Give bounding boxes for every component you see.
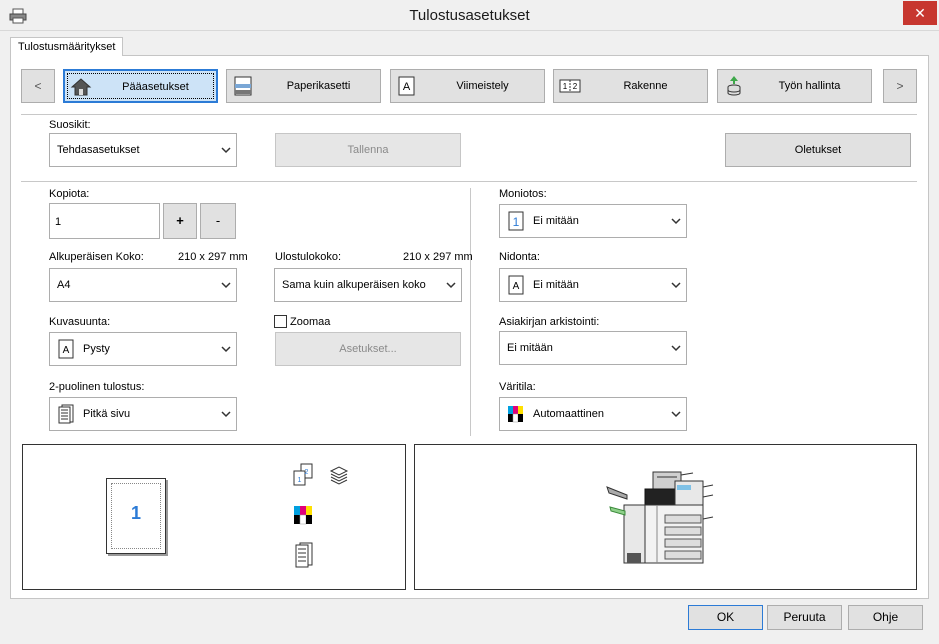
color-mode-select[interactable]: Automaattinen	[499, 397, 687, 431]
color-mode-label: Väritila:	[499, 381, 536, 393]
nup-label: Moniotos:	[499, 188, 547, 200]
n-up-icon: 1	[508, 211, 524, 231]
nav-tab-job-handling[interactable]: Työn hallinta	[717, 69, 872, 103]
close-button[interactable]: ✕	[903, 1, 937, 25]
nav-next-button[interactable]: >	[883, 69, 917, 103]
nav-tab-paper-tray[interactable]: Paperikasetti	[226, 69, 381, 103]
copies-input[interactable]: 1	[49, 203, 160, 239]
nav-tab-main[interactable]: Pääasetukset	[63, 69, 218, 103]
category-nav: < Pääasetukset Paperikasetti A Viimeiste…	[21, 69, 917, 103]
divider	[21, 114, 917, 115]
help-button[interactable]: Ohje	[848, 605, 923, 630]
nav-prev-button[interactable]: <	[21, 69, 55, 103]
divider	[21, 181, 917, 182]
svg-text:1: 1	[563, 82, 568, 91]
paper-tray-icon	[234, 76, 252, 96]
job-handling-icon	[727, 76, 741, 96]
original-size-dims: 210 x 297 mm	[178, 251, 248, 263]
page-thumbnail: 1	[106, 478, 166, 554]
document-preview: 1 1 2	[22, 444, 406, 590]
svg-text:1: 1	[513, 215, 520, 229]
defaults-button[interactable]: Oletukset	[725, 133, 911, 167]
window-title: Tulostusasetukset	[409, 7, 530, 24]
copies-value: 1	[55, 216, 62, 228]
output-size-select[interactable]: Sama kuin alkuperäisen koko	[274, 268, 462, 302]
chevron-down-icon	[671, 411, 681, 418]
svg-text:2: 2	[305, 469, 309, 476]
column-divider	[470, 188, 471, 436]
nav-tab-label: Viimeistely	[456, 80, 509, 92]
chevron-down-icon	[671, 218, 681, 225]
chevron-down-icon	[446, 282, 456, 289]
favorites-label: Suosikit:	[49, 119, 91, 131]
duplex-value: Pitkä sivu	[83, 408, 131, 420]
copies-decrement-button[interactable]: -	[200, 203, 236, 239]
zoom-settings-button[interactable]: Asetukset...	[275, 332, 461, 366]
nav-tab-label: Pääasetukset	[122, 81, 189, 93]
zoom-checkbox[interactable]	[274, 315, 287, 328]
archive-label: Asiakirjan arkistointi:	[499, 316, 600, 328]
favorites-value: Tehdasasetukset	[57, 144, 140, 156]
svg-text:A: A	[63, 345, 70, 356]
output-size-value: Sama kuin alkuperäisen koko	[282, 279, 426, 291]
nav-tab-finishing[interactable]: A Viimeistely	[390, 69, 545, 103]
title-bar: Tulostusasetukset ✕	[0, 0, 939, 31]
chevron-down-icon	[221, 282, 231, 289]
nav-tab-label: Työn hallinta	[778, 80, 841, 92]
duplex-label: 2-puolinen tulostus:	[49, 381, 145, 393]
zoom-label: Zoomaa	[290, 316, 331, 328]
color-mode-value: Automaattinen	[533, 408, 604, 420]
duplex-select[interactable]: Pitkä sivu	[49, 397, 237, 431]
page-number: 1	[130, 503, 141, 523]
chevron-down-icon	[221, 147, 231, 154]
finishing-icon: A	[398, 76, 415, 96]
stapling-select[interactable]: A Ei mitään	[499, 268, 687, 302]
home-icon	[70, 78, 92, 96]
stapling-value: Ei mitään	[533, 279, 579, 291]
svg-text:A: A	[513, 281, 520, 292]
output-size-label: Ulostulokoko:	[275, 251, 342, 263]
orientation-label: Kuvasuunta:	[49, 316, 111, 328]
original-size-select[interactable]: A4	[49, 268, 237, 302]
nav-tab-layout[interactable]: 1 2 Rakenne	[553, 69, 708, 103]
chevron-down-icon	[221, 346, 231, 353]
nup-value: Ei mitään	[533, 215, 579, 227]
layout-icon: 1 2	[559, 79, 581, 93]
staple-icon: A	[508, 275, 524, 295]
copies-increment-button[interactable]: +	[163, 203, 197, 239]
chevron-down-icon	[671, 282, 681, 289]
chevron-down-icon	[671, 345, 681, 352]
save-button[interactable]: Tallenna	[275, 133, 461, 167]
svg-text:A: A	[403, 81, 411, 93]
tab-print-settings[interactable]: Tulostusmääritykset	[10, 37, 124, 56]
nup-select[interactable]: 1 Ei mitään	[499, 204, 687, 238]
orientation-value: Pysty	[83, 343, 110, 355]
archive-value: Ei mitään	[507, 342, 553, 354]
svg-text:1: 1	[298, 477, 302, 484]
nav-tab-label: Paperikasetti	[286, 80, 351, 92]
stapling-label: Nidonta:	[499, 251, 540, 263]
duplex-long-edge-icon	[295, 542, 313, 568]
color-mode-icon	[508, 406, 523, 423]
chevron-down-icon	[221, 411, 231, 418]
archive-select[interactable]: Ei mitään	[499, 331, 687, 365]
printer-device-icon	[606, 471, 714, 564]
nav-tab-label: Rakenne	[623, 80, 668, 92]
collate-icon: 1 2	[293, 463, 313, 486]
original-size-value: A4	[57, 279, 71, 291]
color-mode-icon	[294, 506, 312, 525]
orientation-select[interactable]: A Pysty	[49, 332, 237, 366]
duplex-long-edge-icon	[58, 404, 74, 424]
svg-text:2: 2	[573, 82, 578, 91]
ok-button[interactable]: OK	[688, 605, 763, 630]
favorites-select[interactable]: Tehdasasetukset	[49, 133, 237, 167]
portrait-orientation-icon: A	[58, 339, 74, 359]
output-size-dims: 210 x 297 mm	[403, 251, 473, 263]
copies-label: Kopiota:	[49, 188, 90, 200]
original-size-label: Alkuperäisen Koko:	[49, 251, 144, 263]
stack-icon	[329, 466, 349, 485]
device-preview	[414, 444, 917, 590]
cancel-button[interactable]: Peruuta	[767, 605, 842, 630]
